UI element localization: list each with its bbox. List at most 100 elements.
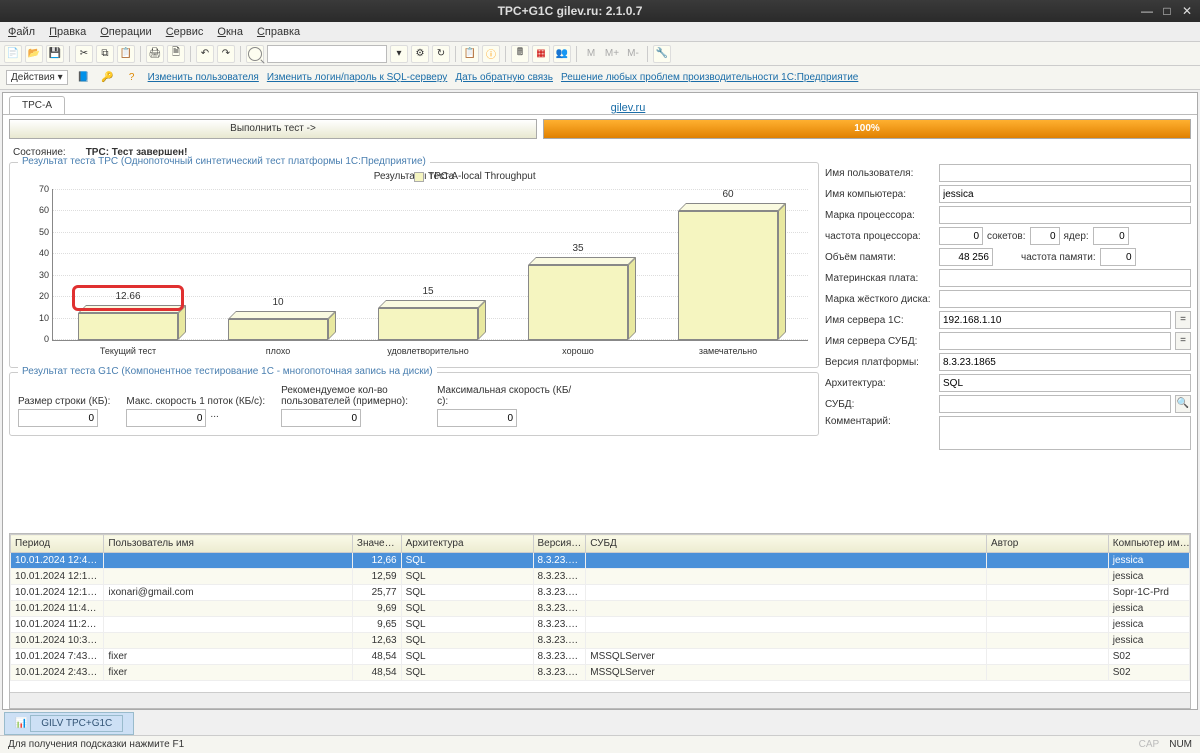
input-ram[interactable]	[939, 248, 993, 266]
input-comment[interactable]	[939, 416, 1191, 450]
chart-bar: 15	[378, 308, 478, 340]
menu-windows[interactable]: Окна	[217, 26, 243, 38]
chart-legend: TPC-A-local Throughput	[414, 171, 536, 182]
undo-icon[interactable]: ↶	[196, 45, 214, 63]
column-header[interactable]: Автор	[987, 535, 1109, 553]
new-icon[interactable]: 📄	[4, 45, 22, 63]
ellipsis-button[interactable]: ...	[210, 409, 218, 427]
tpc-fieldset: Результат теста TPC (Однопоточный синтет…	[9, 162, 819, 368]
chart-category: плохо	[203, 346, 353, 356]
input-dbms[interactable]	[939, 395, 1171, 413]
chart-category: Текущий тест	[53, 346, 203, 356]
minimize-button[interactable]: —	[1140, 4, 1154, 18]
input-mb[interactable]	[939, 269, 1191, 287]
table-row[interactable]: 10.01.2024 10:3…12,63SQL8.3.23.…jessica	[11, 633, 1190, 649]
column-header[interactable]: Компьютер им…	[1108, 535, 1189, 553]
srvdb-eq-button[interactable]: =	[1175, 332, 1191, 350]
g1c-input[interactable]	[126, 409, 206, 427]
input-srvdb[interactable]	[939, 332, 1171, 350]
m-icon[interactable]: M	[582, 45, 600, 63]
tpc-legend: Результат теста TPC (Однопоточный синтет…	[18, 156, 430, 167]
refresh-icon[interactable]: ↻	[432, 45, 450, 63]
menu-file[interactable]: Файл	[8, 26, 35, 38]
clipboard-icon[interactable]: 📋	[461, 45, 479, 63]
calc-icon[interactable]: 🖩	[511, 45, 529, 63]
filter-icon[interactable]: ⚙	[411, 45, 429, 63]
g1c-input[interactable]	[18, 409, 98, 427]
open-icon[interactable]: 📂	[25, 45, 43, 63]
column-header[interactable]: Пользователь имя	[104, 535, 353, 553]
table-row[interactable]: 10.01.2024 2:43…fixer48,54SQL8.3.23.…MSS…	[11, 665, 1190, 681]
search-combo[interactable]	[267, 45, 387, 63]
results-table[interactable]: ПериодПользователь имяЗначе…АрхитектураВ…	[10, 534, 1190, 681]
column-header[interactable]: СУБД	[586, 535, 987, 553]
users-icon[interactable]: 👥	[553, 45, 571, 63]
copy-icon[interactable]: ⧉	[96, 45, 114, 63]
column-header[interactable]: Значе…	[352, 535, 401, 553]
close-button[interactable]: ✕	[1180, 4, 1194, 18]
link-change-user[interactable]: Изменить пользователя	[148, 72, 259, 83]
table-row[interactable]: 10.01.2024 12:1…12,59SQL8.3.23.…jessica	[11, 569, 1190, 585]
site-link[interactable]: gilev.ru	[611, 102, 646, 114]
column-header[interactable]: Архитектура	[401, 535, 533, 553]
preview-icon[interactable]: 🗎	[167, 45, 185, 63]
input-cores[interactable]	[1093, 227, 1129, 245]
table-row[interactable]: 10.01.2024 12:4…12,66SQL8.3.23.…jessica	[11, 553, 1190, 569]
footer-tabbar: 📊 GILV TPC+G1C	[4, 712, 1196, 735]
calendar-icon[interactable]: ▦	[532, 45, 550, 63]
menu-operations[interactable]: Операции	[100, 26, 151, 38]
column-header[interactable]: Период	[11, 535, 104, 553]
menu-help[interactable]: Справка	[257, 26, 300, 38]
table-row[interactable]: 10.01.2024 11:2…9,65SQL8.3.23.…jessica	[11, 617, 1190, 633]
search-icon[interactable]	[246, 45, 264, 63]
chart-category: замечательно	[653, 346, 803, 356]
footer-tab-gilv[interactable]: 📊 GILV TPC+G1C	[4, 712, 134, 735]
input-arch[interactable]	[939, 374, 1191, 392]
maximize-button[interactable]: □	[1160, 4, 1174, 18]
menu-edit[interactable]: Правка	[49, 26, 86, 38]
g1c-input[interactable]	[437, 409, 517, 427]
run-test-button[interactable]: Выполнить тест ->	[9, 119, 537, 139]
column-header[interactable]: Версия…	[533, 535, 586, 553]
lbl-ram: Объём памяти:	[825, 252, 935, 263]
search-next-icon[interactable]: ▾	[390, 45, 408, 63]
input-sockets[interactable]	[1030, 227, 1060, 245]
m-plus-icon[interactable]: M+	[603, 45, 621, 63]
input-ram-freq[interactable]	[1100, 248, 1136, 266]
srv1c-eq-button[interactable]: =	[1175, 311, 1191, 329]
g1c-input[interactable]	[281, 409, 361, 427]
m-minus-icon[interactable]: M-	[624, 45, 642, 63]
table-row[interactable]: 10.01.2024 12:1…ixonari@gmail.com25,77SQ…	[11, 585, 1190, 601]
input-cpu-brand[interactable]	[939, 206, 1191, 224]
input-hdd[interactable]	[939, 290, 1191, 308]
tab-tpc-a[interactable]: TPC-A	[9, 96, 65, 114]
actions-dropdown[interactable]: Действия ▾	[6, 70, 68, 85]
save-icon[interactable]: 💾	[46, 45, 64, 63]
link-feedback[interactable]: Дать обратную связь	[455, 72, 553, 83]
key-icon[interactable]: 🔑	[100, 70, 116, 86]
input-platform[interactable]	[939, 353, 1191, 371]
input-cpu-freq[interactable]	[939, 227, 983, 245]
table-row[interactable]: 10.01.2024 11:4…9,69SQL8.3.23.…jessica	[11, 601, 1190, 617]
help-icon[interactable]: ⓘ	[482, 45, 500, 63]
link-solutions[interactable]: Решение любых проблем производительности…	[561, 72, 858, 83]
print-icon[interactable]: 🖨	[146, 45, 164, 63]
question-icon[interactable]: ?	[124, 70, 140, 86]
separator	[69, 46, 70, 62]
wrench-icon[interactable]: 🔧	[653, 45, 671, 63]
dbms-lookup-button[interactable]: 🔍	[1175, 395, 1191, 413]
redo-icon[interactable]: ↷	[217, 45, 235, 63]
input-srv1c[interactable]	[939, 311, 1171, 329]
cut-icon[interactable]: ✂	[75, 45, 93, 63]
horizontal-scrollbar[interactable]	[10, 692, 1190, 708]
input-computer[interactable]	[939, 185, 1191, 203]
input-user[interactable]	[939, 164, 1191, 182]
book-icon[interactable]: 📘	[76, 70, 92, 86]
link-change-sql[interactable]: Изменить логин/пароль к SQL-серверу	[267, 72, 447, 83]
paste-icon[interactable]: 📋	[117, 45, 135, 63]
actionbar: Действия ▾ 📘 🔑 ? Изменить пользователя И…	[0, 66, 1200, 90]
table-row[interactable]: 10.01.2024 7:43…fixer48,54SQL8.3.23.…MSS…	[11, 649, 1190, 665]
lbl-hdd: Марка жёсткого диска:	[825, 294, 935, 305]
legend-swatch	[414, 172, 424, 182]
menu-service[interactable]: Сервис	[166, 26, 204, 38]
